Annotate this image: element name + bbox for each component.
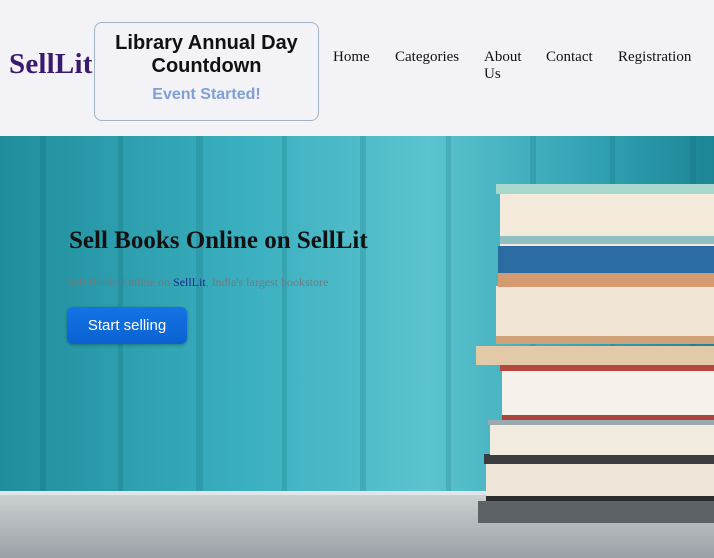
nav-categories[interactable]: Categories (395, 49, 459, 66)
hero-subtitle: Sell Books Online on SellLit, India's la… (67, 275, 328, 290)
nav-home[interactable]: Home (333, 49, 370, 66)
hero-subtitle-prefix: Sell Books Online on (67, 275, 174, 289)
countdown-title: Library Annual Day Countdown (115, 32, 298, 77)
countdown-status: Event Started! (152, 86, 261, 103)
book-stack-illustration (476, 184, 714, 523)
hero-subtitle-brand: SellLit (173, 275, 206, 289)
site-logo[interactable]: SellLit (9, 48, 93, 81)
hero-subtitle-suffix: , India's largest bookstore (205, 275, 329, 289)
hero-background-image (0, 136, 714, 558)
nav-registration[interactable]: Registration (618, 49, 691, 66)
hero-banner: Sell Books Online on SellLit Sell Books … (0, 136, 714, 558)
nav-about-us[interactable]: About Us (484, 49, 526, 83)
site-header: SellLit Library Annual Day Countdown Eve… (0, 0, 714, 136)
hero-title: Sell Books Online on SellLit (69, 227, 368, 254)
start-selling-button[interactable]: Start selling (67, 307, 187, 344)
countdown-box: Library Annual Day Countdown Event Start… (94, 22, 319, 121)
nav-contact[interactable]: Contact (546, 49, 593, 66)
